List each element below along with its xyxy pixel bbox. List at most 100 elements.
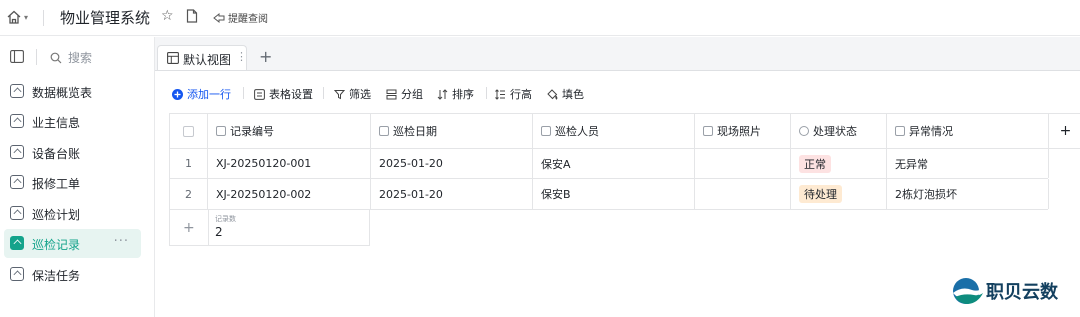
reminder-button[interactable]: 提醒查阅 (213, 10, 268, 25)
sidebar-toggle-icon[interactable] (10, 50, 24, 66)
toolbar: 添加一行 表格设置 筛选 分组 排序 行高 填色 (155, 71, 1080, 111)
sort-icon (437, 88, 448, 100)
app-title: 物业管理系统 (60, 9, 151, 27)
sidebar-item-label: 业主信息 (32, 116, 81, 130)
sidebar-item-label: 巡检记录 (32, 238, 81, 252)
sidebar-item-equipment[interactable]: 设备台账 (4, 138, 141, 167)
document-icon[interactable] (186, 9, 198, 26)
star-icon[interactable]: ☆ (161, 8, 174, 24)
divider (486, 87, 487, 99)
row-number: 1 (170, 149, 208, 178)
add-column-button[interactable]: + (1049, 114, 1080, 148)
column-header[interactable]: 处理状态 (791, 114, 887, 148)
column-header[interactable]: 巡检人员 (533, 114, 695, 148)
column-header[interactable]: 异常情况 (887, 114, 1049, 148)
sort-label: 排序 (452, 88, 474, 101)
data-table: 记录编号 巡检日期 巡检人员 现场照片 处理状态 异常情况 + 1 XJ-202… (169, 113, 1080, 277)
photo-cell[interactable] (695, 179, 791, 209)
add-view-button[interactable]: + (259, 47, 272, 66)
sidebar-item-data-overview[interactable]: 数据概览表 (4, 77, 141, 106)
status-cell[interactable]: 正常 (791, 149, 887, 178)
sidebar-search[interactable]: 搜索 (50, 49, 92, 66)
table-panel: 添加一行 表格设置 筛选 分组 排序 行高 填色 记录编号 巡检日期 巡检人员 … (155, 70, 1080, 317)
status-badge: 正常 (799, 154, 831, 173)
column-header[interactable]: 现场照片 (695, 114, 791, 148)
staff-cell[interactable]: 保安A (533, 149, 695, 178)
divider (323, 87, 324, 99)
search-placeholder: 搜索 (68, 51, 93, 65)
sidebar-item-inspection-records[interactable]: 巡检记录 ··· (4, 229, 141, 258)
row-number: 2 (170, 179, 208, 209)
record-id-cell[interactable]: XJ-20250120-002 (208, 179, 371, 209)
sidebar-item-label: 保洁任务 (32, 269, 81, 283)
more-vertical-icon[interactable]: ⋮ (236, 50, 247, 63)
photo-cell[interactable] (695, 149, 791, 178)
sidebar-item-label: 报修工单 (32, 177, 81, 191)
reminder-label: 提醒查阅 (228, 14, 268, 25)
bell-icon (213, 12, 225, 23)
date-cell[interactable]: 2025-01-20 (371, 149, 533, 178)
table-icon (10, 236, 24, 250)
row-height-label: 行高 (510, 88, 532, 101)
status-cell[interactable]: 待处理 (791, 179, 887, 209)
filter-button[interactable]: 筛选 (334, 86, 371, 102)
table-icon (10, 114, 24, 128)
column-header[interactable]: 巡检日期 (371, 114, 533, 148)
tab-default-view[interactable]: 默认视图 ⋮ (157, 45, 247, 70)
image-field-icon (703, 126, 713, 136)
paint-bucket-icon (547, 88, 558, 100)
table-icon (10, 145, 24, 159)
brand-logo-icon (953, 278, 983, 304)
group-button[interactable]: 分组 (386, 86, 423, 102)
table-icon (10, 175, 24, 189)
settings-icon (254, 88, 265, 100)
more-options-icon[interactable]: ··· (114, 234, 129, 249)
sidebar-item-label: 数据概览表 (32, 86, 93, 100)
add-row-label: 添加一行 (187, 88, 231, 101)
divider (43, 10, 44, 26)
table-settings-button[interactable]: 表格设置 (254, 86, 313, 102)
record-id-cell[interactable]: XJ-20250120-001 (208, 149, 371, 178)
tab-label: 默认视图 (183, 53, 232, 67)
divider (208, 210, 209, 246)
divider (243, 87, 244, 99)
table-row[interactable]: 1 XJ-20250120-001 2025-01-20 保安A 正常 无异常 (169, 149, 1049, 179)
row-height-icon (495, 88, 505, 100)
date-cell[interactable]: 2025-01-20 (371, 179, 533, 209)
sidebar-item-cleaning-tasks[interactable]: 保洁任务 (4, 260, 141, 289)
record-count-label: 记录数 (215, 215, 236, 223)
single-select-icon (799, 126, 809, 136)
group-icon (386, 89, 397, 99)
table-footer (169, 210, 370, 246)
sort-button[interactable]: 排序 (437, 86, 474, 102)
status-badge: 待处理 (799, 185, 842, 203)
add-row-button[interactable]: 添加一行 (172, 86, 231, 102)
row-height-button[interactable]: 行高 (495, 86, 532, 102)
table-icon (10, 84, 24, 98)
text-field-icon (541, 126, 551, 136)
select-all-checkbox[interactable] (170, 114, 208, 148)
top-bar: ▾ 物业管理系统 ☆ 提醒查阅 (0, 0, 1080, 36)
sidebar-item-inspection-plan[interactable]: 巡检计划 (4, 199, 141, 228)
filter-icon (334, 89, 345, 99)
chevron-down-icon: ▾ (24, 12, 29, 22)
issue-cell[interactable]: 2栋灯泡损坏 (887, 179, 1049, 209)
table-row[interactable]: 2 XJ-20250120-002 2025-01-20 保安B 待处理 2栋灯… (169, 179, 1049, 210)
issue-cell[interactable]: 无异常 (887, 149, 1049, 178)
table-header-row: 记录编号 巡检日期 巡检人员 现场照片 处理状态 异常情况 + (169, 113, 1080, 149)
sidebar-item-owner-info[interactable]: 业主信息 (4, 107, 141, 136)
group-label: 分组 (401, 88, 423, 101)
table-icon (10, 206, 24, 220)
text-field-icon (895, 126, 905, 136)
filter-label: 筛选 (349, 88, 371, 101)
date-field-icon (379, 126, 389, 136)
home-button[interactable]: ▾ (6, 9, 28, 25)
sidebar-item-repair-orders[interactable]: 报修工单 (4, 168, 141, 197)
fill-color-button[interactable]: 填色 (547, 86, 584, 102)
column-header[interactable]: 记录编号 (208, 114, 371, 148)
view-tabs: 默认视图 ⋮ + (155, 37, 1080, 71)
plus-circle-icon (172, 88, 183, 100)
text-field-icon (216, 126, 226, 136)
staff-cell[interactable]: 保安B (533, 179, 695, 209)
add-record-button[interactable]: + (183, 220, 195, 236)
